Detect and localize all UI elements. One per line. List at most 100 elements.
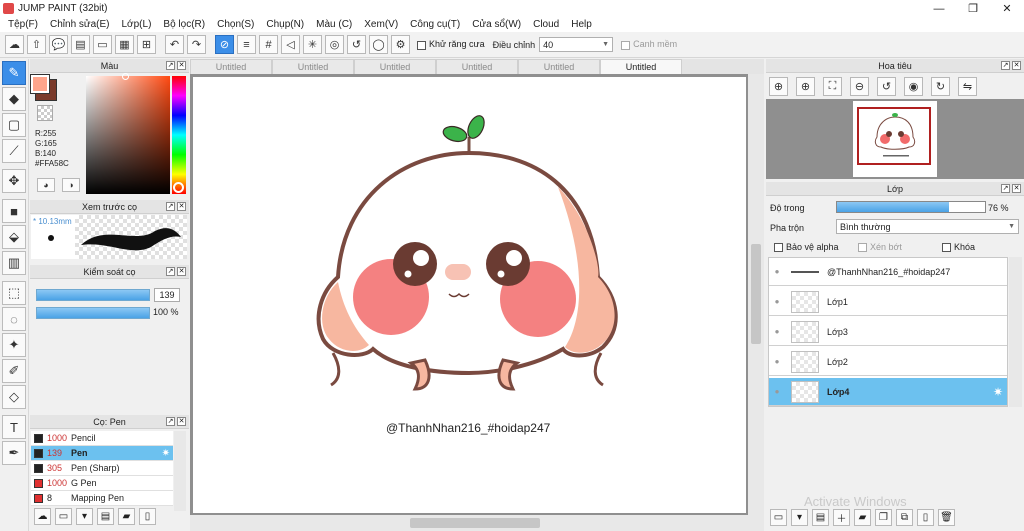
menu-view[interactable]: Xem(V) — [358, 19, 404, 30]
canvas-vertical-scrollbar[interactable] — [748, 74, 764, 531]
brush-menu-icon[interactable]: ▾ — [76, 508, 93, 525]
undock-icon[interactable]: ↗ — [1001, 184, 1010, 193]
visibility-icon[interactable]: ● — [769, 297, 785, 306]
parallel-snap-icon[interactable]: ≡ — [237, 35, 256, 54]
brush-item-pen-sharp[interactable]: 305 Pen (Sharp) — [31, 461, 173, 476]
new-layer-menu-icon[interactable]: ▾ — [791, 509, 808, 526]
tab-untitled-5[interactable]: Untitled — [518, 59, 600, 74]
gear-icon[interactable]: ✷ — [993, 385, 1003, 399]
rotate-right-icon[interactable]: ↻ — [931, 77, 950, 96]
brush-item-pen[interactable]: 139 Pen ✷ — [31, 446, 173, 461]
delete-layer-icon[interactable]: 🗑 — [938, 509, 955, 526]
blend-mode-select[interactable]: Bình thường ▼ — [836, 219, 1019, 234]
minimize-button[interactable]: — — [922, 0, 956, 17]
brush-stroke-tool-icon[interactable]: ⟋ — [2, 139, 26, 163]
select-pen-tool-icon[interactable]: ✐ — [2, 359, 26, 383]
undo-icon[interactable]: ↶ — [165, 35, 184, 54]
menu-cloud[interactable]: Cloud — [527, 19, 565, 30]
visibility-icon[interactable]: ● — [769, 267, 785, 276]
folder-icon[interactable]: ▰ — [854, 509, 871, 526]
text-tool-icon[interactable]: T — [2, 415, 26, 439]
add-layer-icon[interactable]: ＋ — [833, 509, 850, 526]
duplicate-layer-icon[interactable]: ❐ — [875, 509, 892, 526]
undock-icon[interactable]: ↗ — [166, 267, 175, 276]
brush-list-scrollbar[interactable] — [174, 431, 186, 511]
concentric-snap-icon[interactable]: ◎ — [325, 35, 344, 54]
close-icon[interactable]: ✕ — [177, 417, 186, 426]
merge-layer-icon[interactable]: ⧉ — [896, 509, 913, 526]
gradient-tool-icon[interactable]: ▥ — [2, 251, 26, 275]
zoom-out-icon[interactable]: ⊖ — [850, 77, 869, 96]
undock-icon[interactable]: ↗ — [1001, 61, 1010, 70]
navigator-thumbnail[interactable] — [853, 101, 937, 177]
snap-settings-icon[interactable]: ⚙ — [391, 35, 410, 54]
eyedropper-tool-icon[interactable]: ✒ — [2, 441, 26, 465]
close-icon[interactable]: ✕ — [1012, 184, 1021, 193]
visibility-icon[interactable]: ● — [769, 357, 785, 366]
primary-color-swatch[interactable] — [30, 74, 50, 94]
menu-tools[interactable]: Công cụ(T) — [404, 19, 466, 30]
clip-check-icon[interactable] — [858, 243, 867, 253]
select-eraser-tool-icon[interactable]: ◇ — [2, 385, 26, 409]
undock-icon[interactable]: ↗ — [166, 202, 175, 211]
vertical-scroll-thumb[interactable] — [751, 244, 761, 344]
move-tool-icon[interactable]: ✥ — [2, 169, 26, 193]
layer-from-icon[interactable]: ▤ — [812, 509, 829, 526]
zoom-in-icon[interactable]: ⊕ — [769, 77, 788, 96]
brush-item-g-pen[interactable]: 1000 G Pen — [31, 476, 173, 491]
bucket-tool-icon[interactable]: ⬙ — [2, 225, 26, 249]
menu-window[interactable]: Cửa sổ(W) — [466, 19, 527, 30]
document-icon[interactable]: ▭ — [93, 35, 112, 54]
close-icon[interactable]: ✕ — [177, 61, 186, 70]
perspective-snap-icon[interactable]: ◁ — [281, 35, 300, 54]
magic-wand-tool-icon[interactable]: ✦ — [2, 333, 26, 357]
brush-item-mapping-pen[interactable]: 8 Mapping Pen — [31, 491, 173, 506]
menu-filter[interactable]: Bộ lọc(R) — [157, 19, 211, 30]
antialias-check-icon[interactable] — [417, 40, 426, 50]
speech-bubble-icon[interactable]: 💬 — [49, 35, 68, 54]
comment-icon[interactable]: ▤ — [71, 35, 90, 54]
fill-rect-tool-icon[interactable]: ■ — [2, 199, 26, 223]
layer-row-lop4[interactable]: ● Lớp4 ✷ — [769, 378, 1007, 406]
delete-brush-icon[interactable]: ▯ — [139, 508, 156, 525]
new-brush-icon[interactable]: ▭ — [55, 508, 72, 525]
gear-icon[interactable]: ✷ — [162, 448, 170, 459]
fit-to-screen-icon[interactable]: ⛶ — [823, 77, 842, 96]
upload-icon[interactable]: ⇧ — [27, 35, 46, 54]
protect-alpha-checkbox[interactable]: Bảo vệ alpha — [774, 242, 839, 253]
color-picker-cursor[interactable] — [122, 73, 129, 80]
visibility-icon[interactable]: ● — [769, 387, 785, 396]
drawing-canvas[interactable]: @ThanhNhan216_#hoidap247 — [193, 77, 746, 513]
layer-row-lop1[interactable]: ● Lớp1 — [769, 288, 1007, 316]
close-button[interactable]: ✕ — [990, 0, 1024, 17]
rectangle-tool-icon[interactable]: ▢ — [2, 113, 26, 137]
tab-untitled-1[interactable]: Untitled — [190, 59, 272, 74]
saturation-value-picker[interactable] — [86, 73, 170, 194]
antialias-checkbox[interactable]: Khử răng cưa — [417, 39, 485, 50]
redo-icon[interactable]: ↷ — [187, 35, 206, 54]
cloud-icon[interactable]: ☁ — [5, 35, 24, 54]
reset-view-icon[interactable]: ◉ — [904, 77, 923, 96]
tab-untitled-2[interactable]: Untitled — [272, 59, 354, 74]
lock-check-icon[interactable] — [942, 243, 951, 253]
adjust-select[interactable]: 40 ▼ — [539, 37, 614, 52]
zoom-in-alt-icon[interactable]: ⊕ — [796, 77, 815, 96]
grid-snap-icon[interactable]: # — [259, 35, 278, 54]
pen-tool-icon[interactable]: ✎ — [2, 61, 26, 85]
layer-list-scrollbar[interactable] — [1009, 257, 1022, 407]
radial-snap-icon[interactable]: ✳ — [303, 35, 322, 54]
hue-slider-handle[interactable] — [173, 182, 184, 193]
tab-untitled-4[interactable]: Untitled — [436, 59, 518, 74]
tab-untitled-3[interactable]: Untitled — [354, 59, 436, 74]
palette-icon[interactable]: ◕ — [37, 178, 55, 192]
navigator-preview-area[interactable] — [766, 99, 1024, 179]
lock-checkbox[interactable]: Khóa — [942, 242, 975, 253]
tab-untitled-6[interactable]: Untitled — [600, 59, 682, 74]
menu-help[interactable]: Help — [565, 19, 598, 30]
flip-horizontal-icon[interactable]: ⇋ — [958, 77, 977, 96]
canvas-area[interactable]: @ThanhNhan216_#hoidap247 — [190, 74, 764, 531]
close-icon[interactable]: ✕ — [1012, 61, 1021, 70]
clear-layer-icon[interactable]: ▯ — [917, 509, 934, 526]
page-settings-icon[interactable]: ▦ — [115, 35, 134, 54]
lasso-tool-icon[interactable]: ◌ — [2, 307, 26, 331]
